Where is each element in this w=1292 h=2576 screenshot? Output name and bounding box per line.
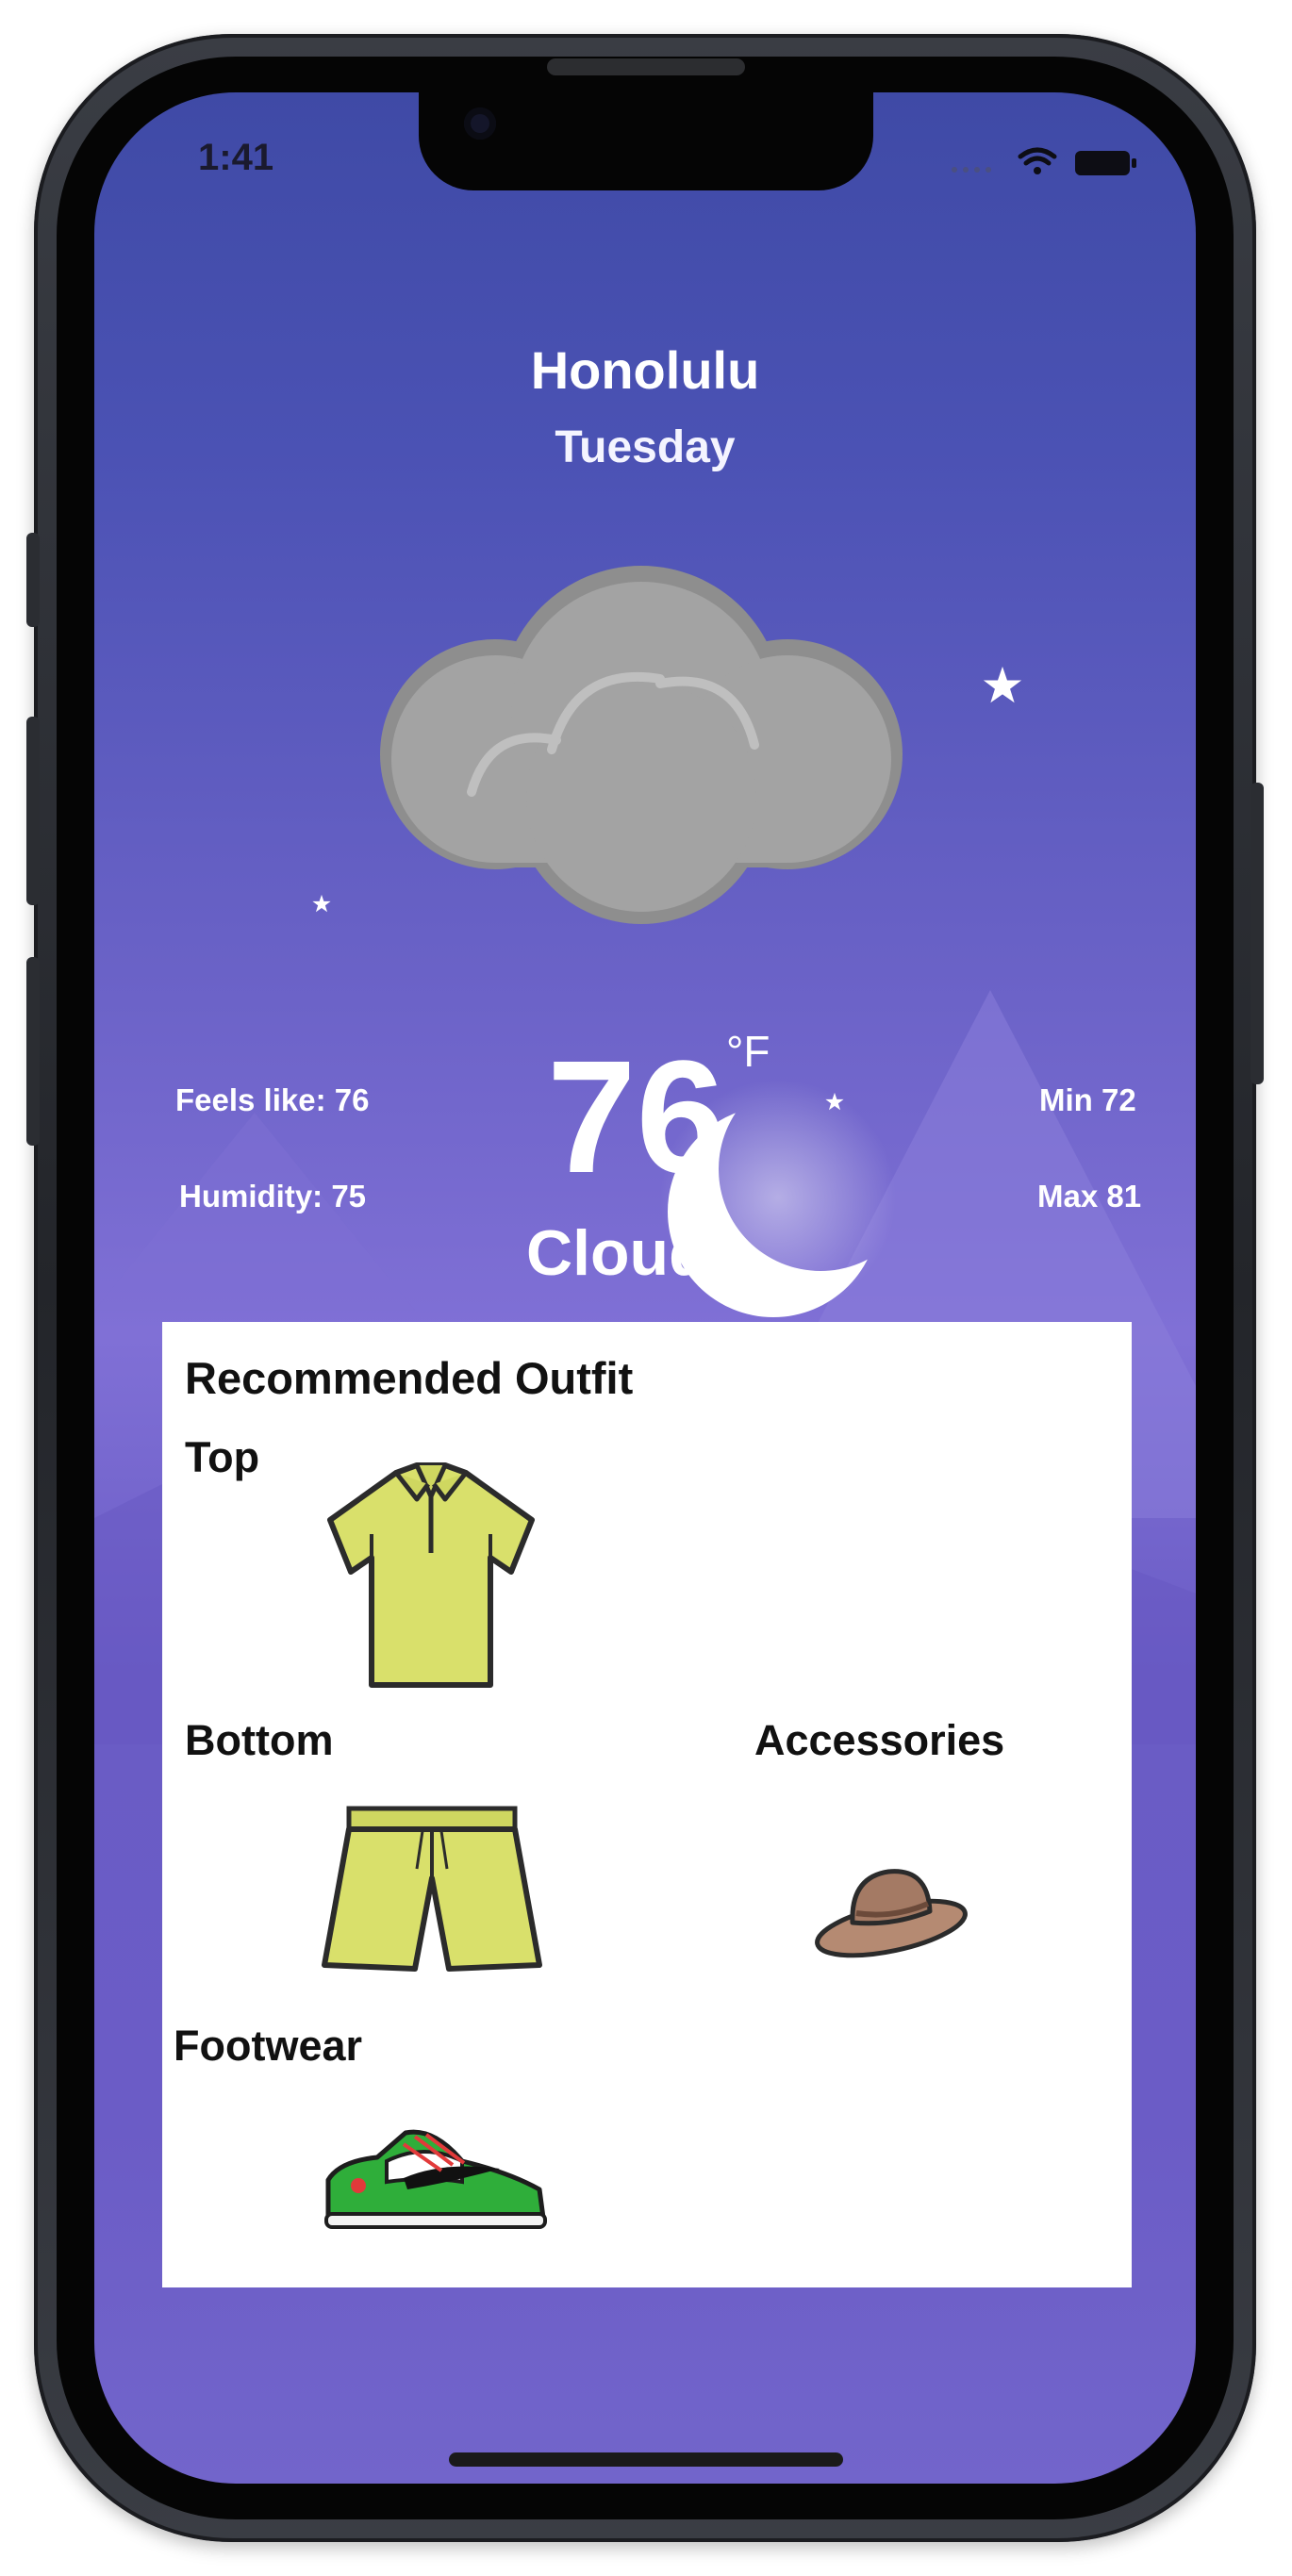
- top-label: Top: [185, 1433, 260, 1481]
- polo-shirt-icon: [327, 1462, 535, 1688]
- signal-icon: [952, 167, 991, 173]
- earpiece-speaker: [547, 58, 745, 75]
- max-temperature: Max 81: [1037, 1179, 1142, 1214]
- cloud-icon: [380, 566, 903, 924]
- home-indicator[interactable]: [449, 2452, 843, 2467]
- outfit-title: Recommended Outfit: [185, 1353, 634, 1403]
- front-camera: [464, 107, 496, 140]
- city-name: Honolulu: [530, 340, 760, 400]
- feels-like: Feels like: 76: [175, 1082, 370, 1117]
- footwear-label: Footwear: [174, 2022, 363, 2070]
- status-icons: [952, 147, 1136, 175]
- star-icon: [312, 894, 331, 913]
- wifi-icon: [1018, 147, 1057, 166]
- shorts-icon: [322, 1806, 542, 1972]
- min-temperature: Min 72: [1039, 1082, 1136, 1117]
- hat-icon: [815, 1869, 968, 1958]
- silent-switch: [26, 533, 40, 627]
- day-name: Tuesday: [555, 422, 736, 472]
- recommended-outfit-card: Recommended Outfit Top Bottom Accessorie…: [162, 1322, 1132, 2287]
- status-time: 1:41: [198, 137, 274, 178]
- star-icon: [983, 666, 1022, 703]
- bottom-label: Bottom: [185, 1716, 334, 1764]
- battery-icon: [1075, 151, 1136, 175]
- notch: [419, 92, 873, 190]
- volume-down-button: [26, 957, 40, 1146]
- moon-icon: [660, 1080, 896, 1317]
- sneaker-icon: [324, 2129, 547, 2229]
- power-button: [1251, 783, 1264, 1084]
- humidity: Humidity: 75: [179, 1179, 367, 1214]
- volume-up-button: [26, 717, 40, 905]
- accessories-label: Accessories: [754, 1716, 1005, 1764]
